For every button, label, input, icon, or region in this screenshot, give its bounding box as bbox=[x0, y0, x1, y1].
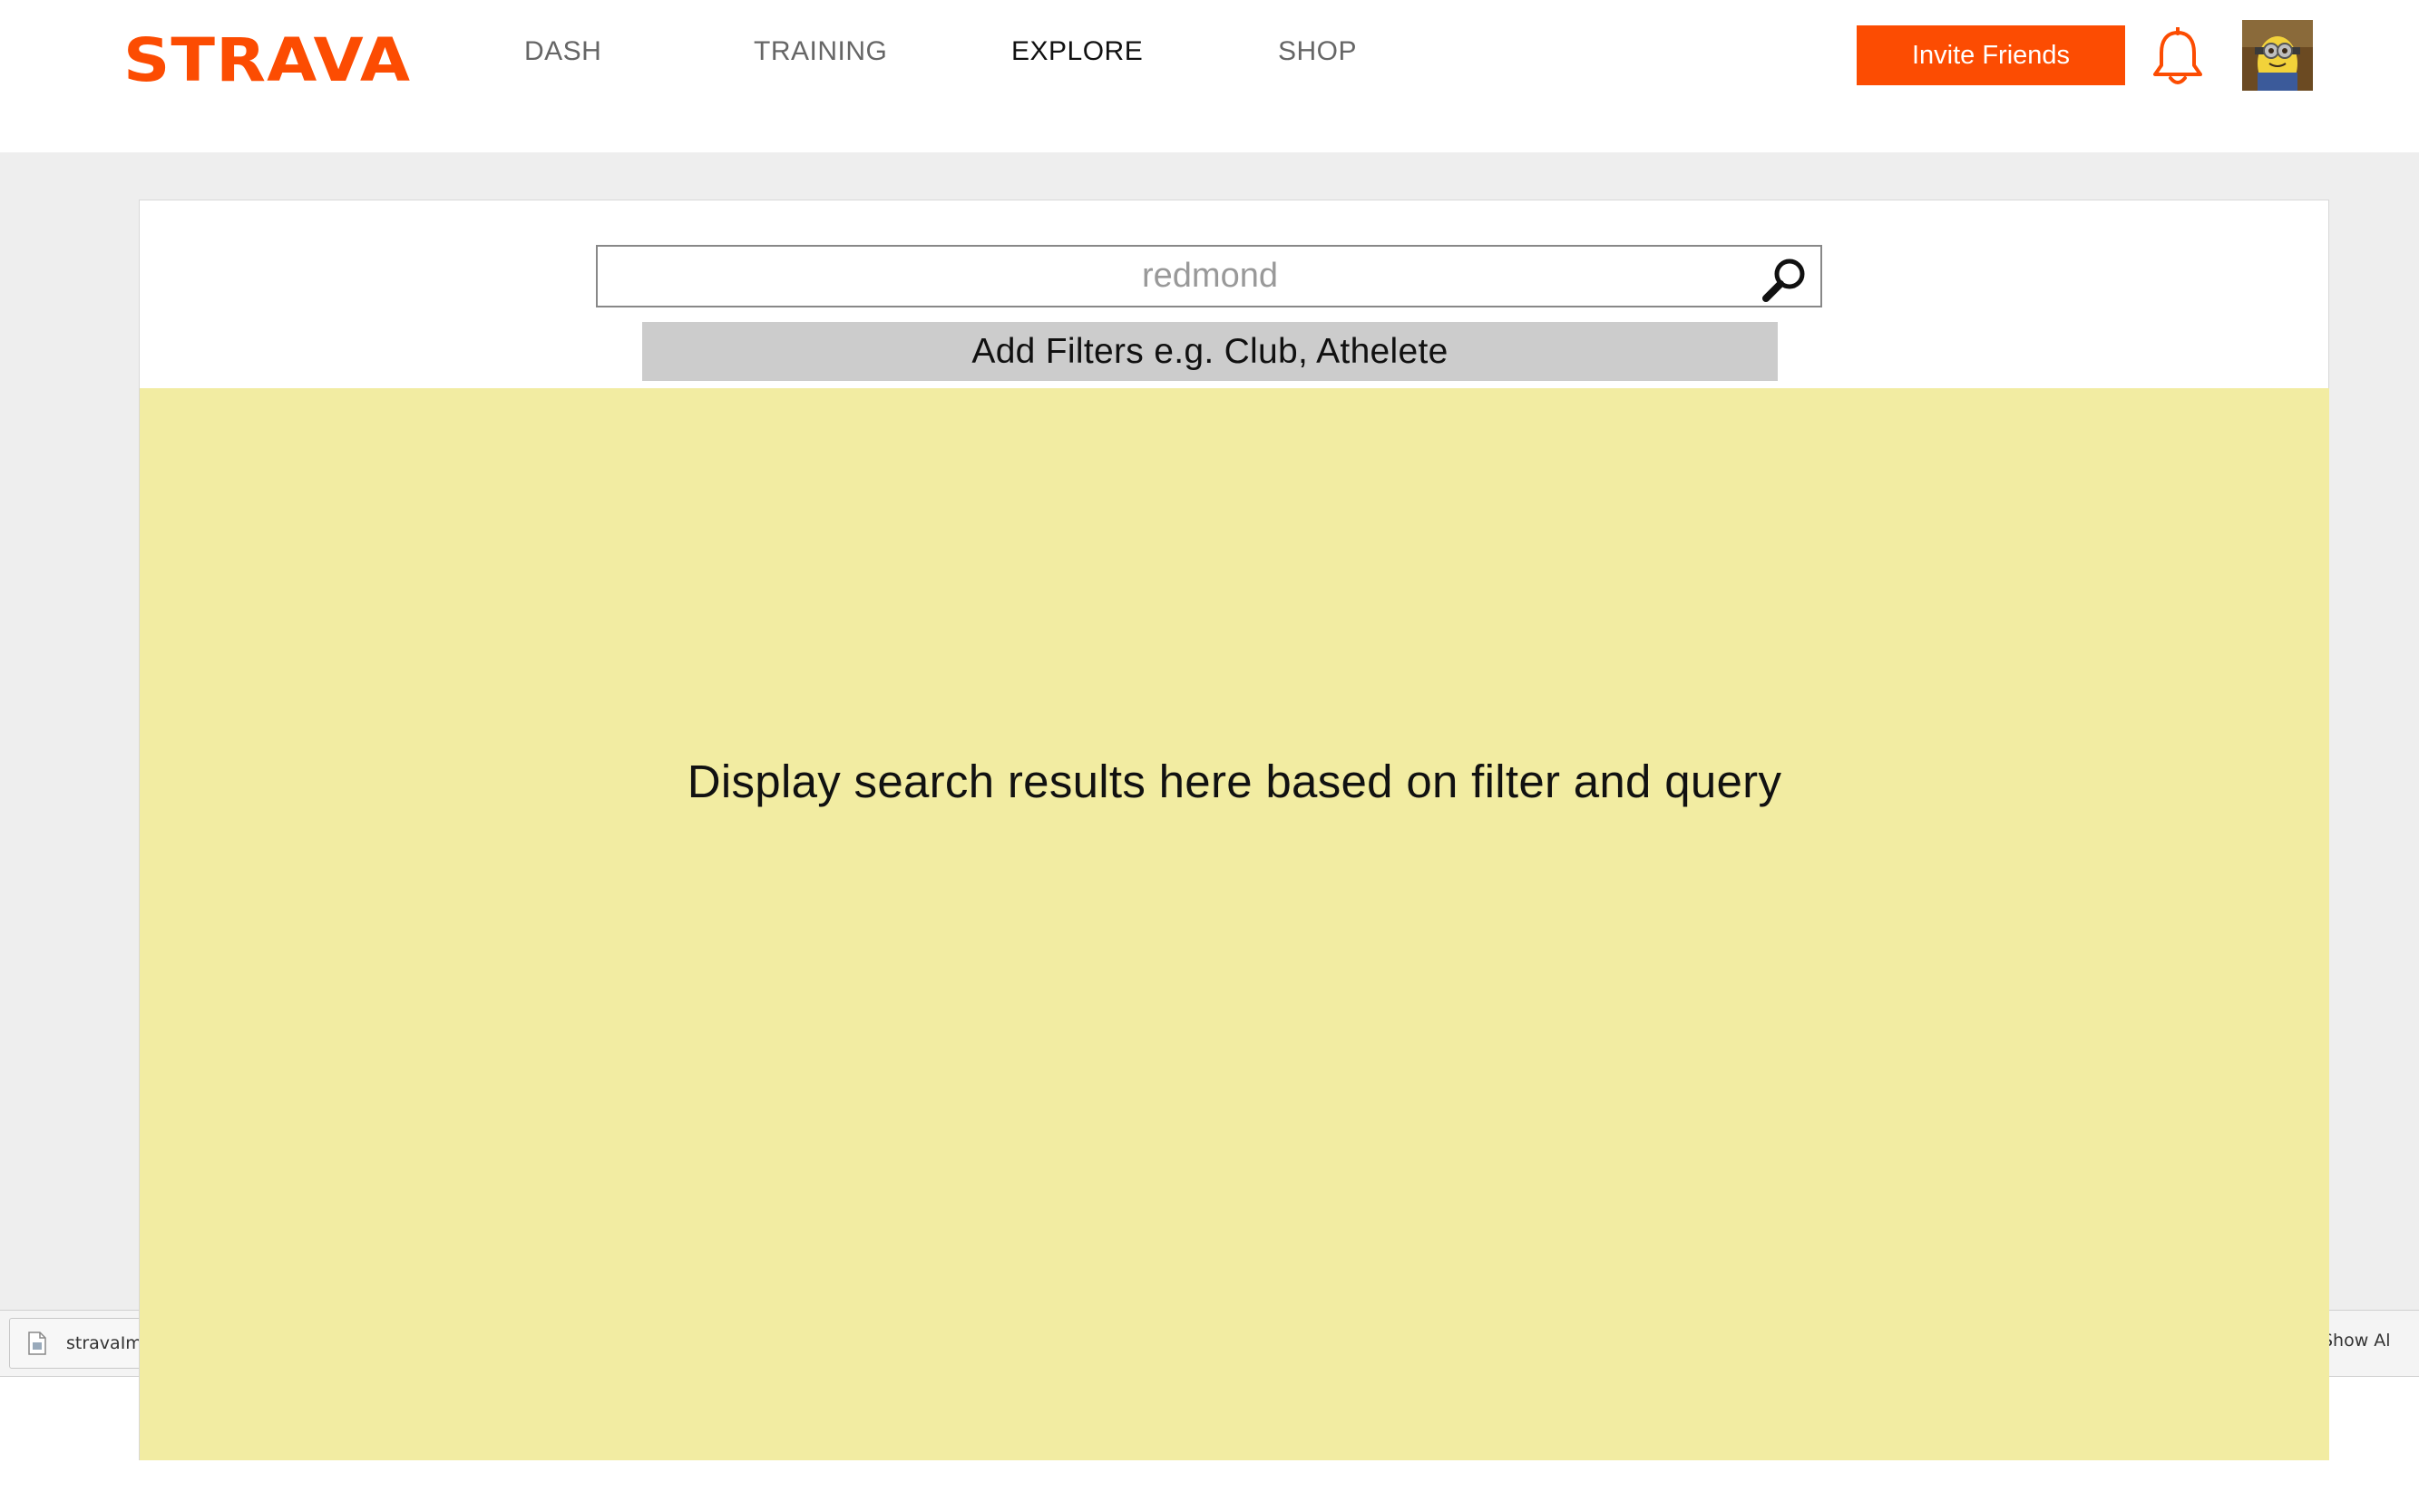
nav-item-shop[interactable]: SHOP bbox=[1278, 36, 1357, 67]
top-navigation-bar: STRAVA DASH TRAINING EXPLORE SHOP Invite… bbox=[0, 0, 2419, 152]
nav-item-explore[interactable]: EXPLORE bbox=[1011, 36, 1143, 67]
search-input[interactable] bbox=[598, 247, 1741, 306]
search-results-area: Display search results here based on fil… bbox=[140, 388, 2329, 1460]
avatar[interactable] bbox=[2242, 20, 2313, 91]
results-placeholder-text: Display search results here based on fil… bbox=[687, 756, 1782, 807]
file-icon bbox=[28, 1332, 46, 1355]
strava-logo[interactable]: STRAVA bbox=[123, 25, 411, 95]
bell-icon[interactable] bbox=[2151, 26, 2204, 87]
search-box[interactable] bbox=[596, 245, 1822, 307]
add-filters-button[interactable]: Add Filters e.g. Club, Athelete bbox=[642, 322, 1778, 381]
search-icon[interactable] bbox=[1761, 254, 1811, 303]
invite-friends-button[interactable]: Invite Friends bbox=[1857, 25, 2125, 85]
download-file-name: stravaIm bbox=[66, 1333, 142, 1353]
nav-item-dash[interactable]: DASH bbox=[524, 36, 601, 67]
nav-item-training[interactable]: TRAINING bbox=[754, 36, 887, 67]
show-all-downloads-link[interactable]: Show Al bbox=[2322, 1331, 2391, 1351]
